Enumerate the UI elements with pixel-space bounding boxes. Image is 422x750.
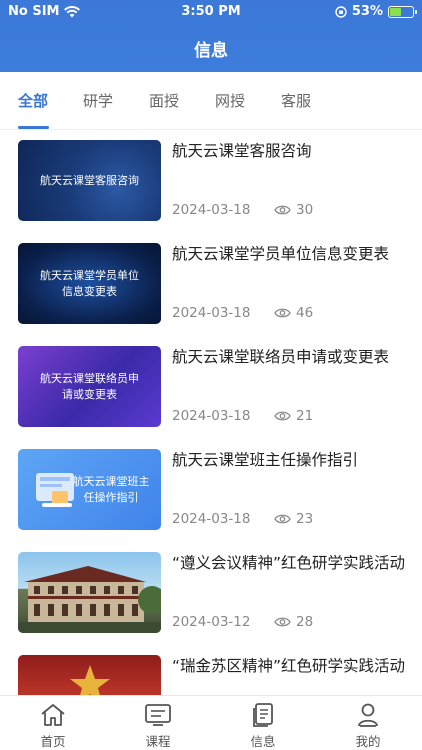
item-date: 2024-03-18 — [172, 408, 251, 424]
item-date: 2024-03-12 — [172, 614, 251, 630]
item-meta: 2024-03-18 21 — [172, 408, 407, 426]
eye-icon — [274, 617, 291, 627]
tab-service[interactable]: 客服 — [281, 90, 311, 111]
eye-icon — [274, 308, 291, 318]
home-icon — [41, 704, 65, 726]
item-title: 航天云课堂学员单位信息变更表 — [172, 245, 390, 263]
article-list: 航天云课堂客服咨询 航天云课堂客服咨询 2024-03-18 30 航天云课堂学… — [0, 130, 422, 695]
document-illustration-icon — [36, 473, 74, 507]
bottom-tab-course[interactable]: 课程 — [123, 702, 193, 750]
orientation-lock-icon — [335, 5, 347, 18]
list-item[interactable]: “瑞金苏区精神”红色研学实践活动 — [0, 645, 422, 695]
thumbnail-text: 航天云课堂客服咨询 — [40, 173, 139, 187]
item-meta: 2024-03-18 30 — [172, 202, 407, 220]
red-star-icon — [70, 665, 110, 695]
thumbnail-text: 航天云课堂学员单位信息变更表 — [40, 268, 139, 298]
item-meta: 2024-03-18 23 — [172, 511, 407, 529]
bottom-tab-label: 我的 — [355, 734, 381, 749]
header-bar: No SIM 3:50 PM 53% 信息 — [0, 0, 422, 72]
thumbnail-text: 航天云课堂班主任操作指引 — [72, 474, 150, 504]
battery-percent: 53% — [351, 4, 383, 19]
item-title: “遵义会议精神”红色研学实践活动 — [172, 554, 406, 572]
item-views: 23 — [296, 511, 314, 527]
thumbnail: 航天云课堂联络员申请或变更表 — [18, 346, 161, 427]
list-item[interactable]: 航天云课堂客服咨询 航天云课堂客服咨询 2024-03-18 30 — [0, 130, 422, 234]
bottom-tab-profile[interactable]: 我的 — [333, 702, 403, 750]
building-photo-icon — [18, 566, 161, 633]
list-item[interactable]: 航天云课堂班主任操作指引 航天云课堂班主任操作指引 2024-03-18 23 — [0, 439, 422, 543]
tab-in-person[interactable]: 面授 — [149, 90, 179, 111]
item-date: 2024-03-18 — [172, 305, 251, 321]
item-date: 2024-03-18 — [172, 202, 251, 218]
profile-icon — [358, 703, 378, 727]
list-item[interactable]: 航天云课堂学员单位信息变更表 航天云课堂学员单位信息变更表 2024-03-18… — [0, 233, 422, 337]
eye-icon — [274, 514, 291, 524]
tab-study-tour[interactable]: 研学 — [83, 90, 113, 111]
course-icon — [145, 704, 171, 726]
tab-online[interactable]: 网授 — [215, 90, 245, 111]
bottom-tab-label: 课程 — [145, 734, 171, 749]
thumbnail-photo — [18, 552, 161, 633]
status-right: 53% — [335, 4, 417, 19]
thumbnail-photo — [18, 655, 161, 695]
item-title: “瑞金苏区精神”红色研学实践活动 — [172, 657, 406, 675]
thumbnail: 航天云课堂学员单位信息变更表 — [18, 243, 161, 324]
item-views: 21 — [296, 408, 314, 424]
category-tabs: 全部 研学 面授 网授 客服 — [0, 72, 422, 130]
thumbnail: 航天云课堂客服咨询 — [18, 140, 161, 221]
item-meta: 2024-03-18 46 — [172, 305, 407, 323]
thumbnail: 航天云课堂班主任操作指引 — [18, 449, 161, 530]
page-title: 信息 — [194, 41, 228, 61]
item-date: 2024-03-18 — [172, 511, 251, 527]
bottom-tab-info[interactable]: 信息 — [228, 702, 298, 750]
item-views: 28 — [296, 614, 314, 630]
item-title: 航天云课堂客服咨询 — [172, 142, 312, 160]
bottom-tab-bar: 首页 课程 信息 我的 — [0, 695, 422, 750]
item-title: 航天云课堂联络员申请或变更表 — [172, 348, 390, 366]
bottom-tab-label: 信息 — [250, 734, 276, 749]
status-bar: No SIM 3:50 PM 53% — [0, 0, 422, 24]
list-item[interactable]: 航天云课堂联络员申请或变更表 航天云课堂联络员申请或变更表 2024-03-18… — [0, 336, 422, 440]
item-title: 航天云课堂班主任操作指引 — [172, 451, 359, 469]
item-views: 30 — [296, 202, 314, 218]
item-views: 46 — [296, 305, 314, 321]
list-item[interactable]: “遵义会议精神”红色研学实践活动 2024-03-12 28 — [0, 542, 422, 646]
thumbnail-text: 航天云课堂联络员申请或变更表 — [40, 371, 139, 401]
bottom-tab-home[interactable]: 首页 — [18, 702, 88, 750]
item-meta: 2024-03-12 28 — [172, 614, 407, 632]
eye-icon — [274, 411, 291, 421]
active-tab-indicator — [18, 126, 49, 129]
info-icon — [253, 703, 273, 727]
bottom-tab-label: 首页 — [40, 734, 66, 749]
battery-icon — [388, 5, 417, 18]
battery-fill — [390, 7, 401, 16]
eye-icon — [274, 205, 291, 215]
tab-all[interactable]: 全部 — [18, 90, 48, 111]
